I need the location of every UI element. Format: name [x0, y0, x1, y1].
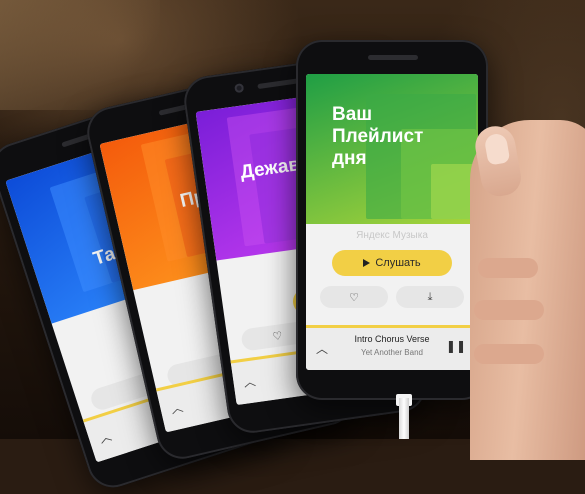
heart-icon: ♡ — [349, 290, 359, 304]
finger — [474, 344, 544, 364]
front-camera — [234, 83, 245, 94]
listen-button[interactable]: Слушать — [332, 250, 452, 276]
brand-label: Яндекс Музыка — [356, 230, 428, 241]
chevron-up-icon[interactable]: ︿ — [316, 340, 328, 357]
track-title: Intro Chorus Verse — [354, 334, 430, 344]
playlist-title: Ваш Плейлист дня — [332, 104, 424, 169]
download-button[interactable]: ⤓ — [396, 286, 464, 308]
finger — [478, 258, 538, 278]
finger — [474, 300, 544, 320]
usb-cable — [399, 398, 409, 439]
chevron-up-icon[interactable]: ︿ — [169, 398, 185, 417]
phone-4-screen: Ваш Плейлист дня Яндекс Музыка Слушать ♡… — [306, 74, 478, 370]
chevron-up-icon[interactable]: ︿ — [242, 372, 257, 391]
actions-row: ♡ ⤓ — [320, 286, 464, 308]
mini-player[interactable]: ︿ Intro Chorus Verse Yet Another Band ❚❚ — [306, 325, 478, 370]
play-icon — [363, 259, 371, 267]
listen-label: Слушать — [375, 257, 421, 269]
heart-icon: ♡ — [271, 328, 284, 343]
background-shelf — [0, 0, 160, 110]
like-button[interactable]: ♡ — [320, 286, 388, 308]
playlist-cover-green: Ваш Плейлист дня — [306, 74, 478, 224]
track-artist: Yet Another Band — [361, 348, 423, 357]
pause-icon[interactable]: ❚❚ — [446, 339, 466, 353]
phone-4: Ваш Плейлист дня Яндекс Музыка Слушать ♡… — [296, 40, 488, 400]
download-icon: ⤓ — [427, 290, 433, 303]
chevron-up-icon[interactable]: ︿ — [97, 427, 114, 447]
phone-speaker — [368, 55, 418, 60]
